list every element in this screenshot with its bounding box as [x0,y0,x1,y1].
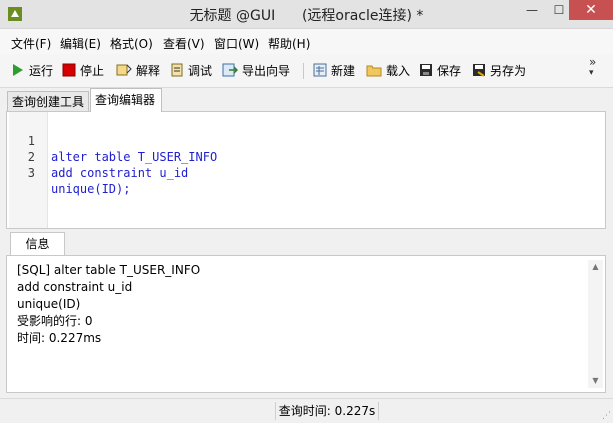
debug-label: 调试 [188,63,213,78]
menu-format[interactable]: 格式(O) [110,35,153,52]
chevron-down-icon: ▾ [589,68,594,78]
menu-file[interactable]: 文件(F) [11,35,51,52]
resize-grip-icon[interactable]: ⋰ [602,412,611,421]
stop-label: 停止 [80,63,105,78]
menu-edit[interactable]: 编辑(E) [60,35,101,52]
stop-icon [62,63,76,77]
code-text: unique(ID); [51,182,131,196]
close-button[interactable]: ✕ [569,0,613,20]
scroll-up-arrow-icon[interactable]: ▲ [588,260,603,274]
line-number: 3 [27,166,35,180]
save-as-button[interactable]: 另存为 [472,61,526,79]
tab-info[interactable]: 信息 [10,232,65,256]
play-icon [13,64,23,76]
new-button[interactable]: 新建 [313,61,355,79]
explain-label: 解释 [136,63,161,78]
info-line: 时间: 0.227ms [17,331,102,345]
save-icon [420,64,432,76]
sql-editor[interactable]: 1 alter table T_USER_INFO 2 add constrai… [6,111,606,229]
save-button[interactable]: 保存 [419,61,461,79]
minimize-button[interactable]: — [518,0,546,20]
menu-view[interactable]: 查看(V) [163,35,205,52]
editor-line: 2 add constraint u_id [7,133,607,180]
scroll-down-arrow-icon[interactable]: ▼ [588,374,603,388]
load-button[interactable]: 载入 [366,61,410,79]
info-panel[interactable]: [SQL] alter table T_USER_INFO add constr… [6,255,606,393]
folder-icon [366,65,382,77]
info-scrollbar[interactable]: ▲ ▼ [588,260,603,388]
export-wizard-button[interactable]: 导出向导 [222,61,290,79]
run-button[interactable]: 运行 [11,61,53,79]
menu-bar: 文件(F) 编辑(E) 格式(O) 查看(V) 窗口(W) 帮助(H) [0,29,613,54]
tab-query-editor[interactable]: 查询编辑器 [90,88,162,112]
export-wizard-label: 导出向导 [242,63,291,78]
info-tab-row: 信息 [6,232,606,256]
tab-query-builder[interactable]: 查询创建工具 [7,91,89,111]
editor-line: 1 alter table T_USER_INFO [7,117,607,164]
document-tabs: 查询创建工具 查询编辑器 [0,87,613,112]
toolbar: 运行 停止 解释 调试 导出向导 新建 载入 保存 另存为 » ▾ [0,54,613,88]
explain-icon [116,64,132,76]
menu-window[interactable]: 窗口(W) [214,35,259,52]
debug-icon [171,63,183,77]
info-line: add constraint u_id [17,280,133,294]
code-text: add constraint u_id [51,166,189,180]
stop-button[interactable]: 停止 [62,61,104,79]
title-bar: 无标题 @GUI (远程oracle连接) * — ☐ ✕ [0,0,613,29]
explain-button[interactable]: 解释 [116,61,160,79]
save-as-icon [473,64,485,77]
info-line: unique(ID) [17,297,81,311]
debug-button[interactable]: 调试 [170,61,212,79]
save-label: 保存 [437,63,462,78]
load-label: 载入 [386,63,411,78]
export-icon [222,63,238,77]
query-time-status: 查询时间: 0.227s [275,402,379,420]
run-label: 运行 [29,63,54,78]
info-output: [SQL] alter table T_USER_INFO add constr… [17,262,577,347]
new-query-icon [313,63,327,77]
editor-line: 3 unique(ID); [7,149,607,196]
menu-help[interactable]: 帮助(H) [268,35,310,52]
toolbar-overflow-top: » [589,55,597,69]
info-line: 受影响的行: 0 [17,314,93,328]
save-as-label: 另存为 [490,63,527,78]
info-line: [SQL] alter table T_USER_INFO [17,263,201,277]
status-bar: 查询时间: 0.227s ⋰ [0,398,613,423]
toolbar-overflow-chevron-icon[interactable]: » ▾ [589,55,597,79]
toolbar-separator [303,63,304,79]
new-label: 新建 [331,63,356,78]
